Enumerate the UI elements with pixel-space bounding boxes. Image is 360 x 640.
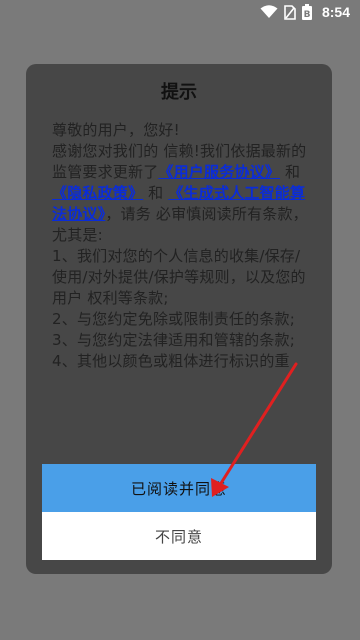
agreement-content[interactable]: 尊敬的用户，您好! 感谢您对我们的 信赖!我们依据最新的监管要求更新了《用户服务… (52, 120, 308, 470)
greeting-text: 尊敬的用户，您好! (52, 121, 180, 139)
conjunction-text: 和 (280, 163, 301, 181)
wifi-icon (260, 5, 278, 18)
dialog-title: 提示 (161, 82, 197, 103)
status-bar: B 8:54 (0, 0, 360, 24)
status-icons: B (260, 4, 312, 20)
privacy-policy-link[interactable]: 《隐私政策》 (52, 184, 143, 202)
clause-item-4: 4、其他以颜色或粗体进行标识的重 (52, 352, 290, 370)
conjunction-text: 和 (143, 184, 169, 202)
no-sim-icon (284, 4, 296, 20)
user-agreement-link[interactable]: 《用户服务协议》 (158, 163, 280, 181)
agree-button[interactable]: 已阅读并同意 (42, 464, 316, 512)
privacy-dialog: 提示 尊敬的用户，您好! 感谢您对我们的 信赖!我们依据最新的监管要求更新了《用… (26, 64, 332, 574)
intro-paragraph: 感谢您对我们的 信赖!我们依据最新的监管要求更新了《用户服务协议》 和 《隐私政… (52, 141, 308, 246)
clause-item-1: 1、我们对您的个人信息的收集/保存/使用/对外提供/保护等规则，以及您的用户 权… (52, 247, 306, 307)
battery-icon: B (302, 4, 312, 20)
disagree-button[interactable]: 不同意 (42, 512, 316, 560)
clause-item-3: 3、与您约定法律适用和管辖的条款; (52, 331, 295, 349)
svg-text:B: B (304, 10, 311, 20)
clock: 8:54 (321, 4, 350, 20)
clause-item-2: 2、与您约定免除或限制责任的条款; (52, 310, 295, 328)
